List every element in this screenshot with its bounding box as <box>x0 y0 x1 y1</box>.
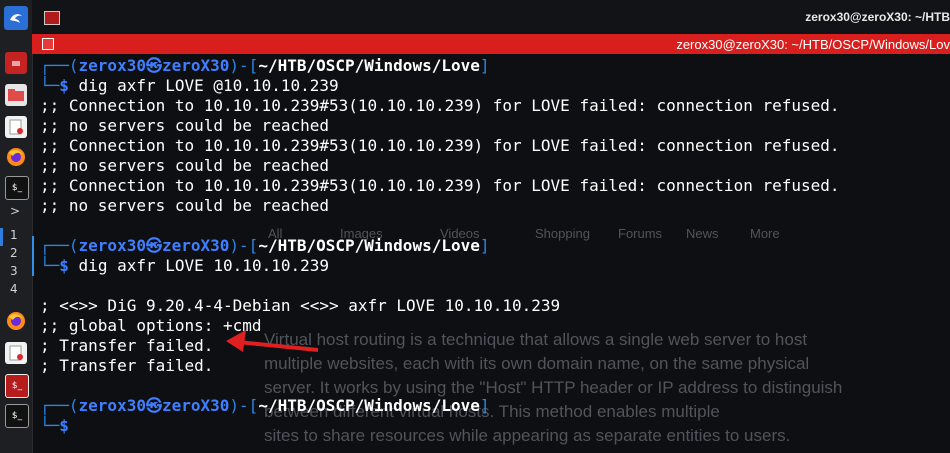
firefox-icon[interactable] <box>5 146 27 168</box>
prompt-user: zerox30㉿zeroX30 <box>78 56 230 75</box>
output-line: ;; Connection to 10.10.10.239#53(10.10.1… <box>40 136 840 155</box>
prompt-path: ~/HTB/OSCP/Windows/Love <box>258 56 480 75</box>
output-line: ;; no servers could be reached <box>40 196 329 215</box>
output-line: ;; no servers could be reached <box>40 156 329 175</box>
red-app-icon[interactable] <box>5 52 27 74</box>
terminal-title: zerox30@zeroX30: ~/HTB/OSCP/Windows/Lov <box>676 37 950 52</box>
command-line[interactable]: └─$ <box>40 416 69 436</box>
output-line-highlighted: ; Transfer failed. <box>40 336 214 355</box>
workspace-chevron[interactable]: > <box>10 204 20 218</box>
prompt-path: ~/HTB/OSCP/Windows/Love <box>258 236 480 255</box>
prompt-line: ┌──(zerox30㉿zeroX30)-[~/HTB/OSCP/Windows… <box>40 236 490 255</box>
prompt-path: ~/HTB/OSCP/Windows/Love <box>258 396 480 415</box>
window-title: zerox30@zeroX30: ~/HTB <box>805 10 950 24</box>
folder-icon[interactable] <box>5 84 27 106</box>
output-line: ;; no servers could be reached <box>40 116 329 135</box>
terminal-titlebar: zerox30@zeroX30: ~/HTB/OSCP/Windows/Lov <box>32 34 950 54</box>
command-text: dig axfr LOVE 10.10.10.239 <box>78 256 329 275</box>
window-titlebar: zerox30@zeroX30: ~/HTB <box>32 0 950 34</box>
workspace-3[interactable]: 3 <box>10 264 18 278</box>
terminal-icon[interactable]: $_ <box>5 176 29 200</box>
text-editor-icon[interactable] <box>5 342 27 364</box>
terminal-tab-icon <box>42 38 54 50</box>
terminal-body[interactable]: ┌──(zerox30㉿zeroX30)-[~/HTB/OSCP/Windows… <box>32 54 945 453</box>
command-line: └─$ dig axfr LOVE @10.10.10.239 <box>40 76 339 95</box>
workspace-4[interactable]: 4 <box>10 282 18 296</box>
workspace-1[interactable]: 1 <box>10 228 18 242</box>
active-workspace-indicator <box>0 228 3 246</box>
kali-dragon-icon[interactable] <box>4 6 28 30</box>
prompt-line: ┌──(zerox30㉿zeroX30)-[~/HTB/OSCP/Windows… <box>40 396 490 415</box>
firefox-icon[interactable] <box>5 310 27 332</box>
workspace-2[interactable]: 2 <box>10 246 18 260</box>
prompt-line: ┌──(zerox30㉿zeroX30)-[~/HTB/OSCP/Windows… <box>40 56 490 75</box>
prompt-user: zerox30㉿zeroX30 <box>78 396 230 415</box>
output-line: ;; Connection to 10.10.10.239#53(10.10.1… <box>40 176 840 195</box>
prompt-user: zerox30㉿zeroX30 <box>78 236 230 255</box>
taskbar: $_ > 1 2 3 4 $_ $_ <box>0 0 33 453</box>
output-line: ; <<>> DiG 9.20.4-4-Debian <<>> axfr LOV… <box>40 296 561 315</box>
output-line: ; Transfer failed. <box>40 356 214 375</box>
command-text: dig axfr LOVE @10.10.10.239 <box>78 76 339 95</box>
terminal-icon[interactable]: $_ <box>5 404 29 428</box>
text-editor-icon[interactable] <box>5 116 27 138</box>
terminal-red-icon[interactable]: $_ <box>5 374 29 398</box>
prompt-block-indicator <box>32 236 34 276</box>
window-app-icon <box>44 11 60 25</box>
output-line: ;; global options: +cmd <box>40 316 262 335</box>
command-line: └─$ dig axfr LOVE 10.10.10.239 <box>40 256 329 275</box>
output-line: ;; Connection to 10.10.10.239#53(10.10.1… <box>40 96 840 115</box>
